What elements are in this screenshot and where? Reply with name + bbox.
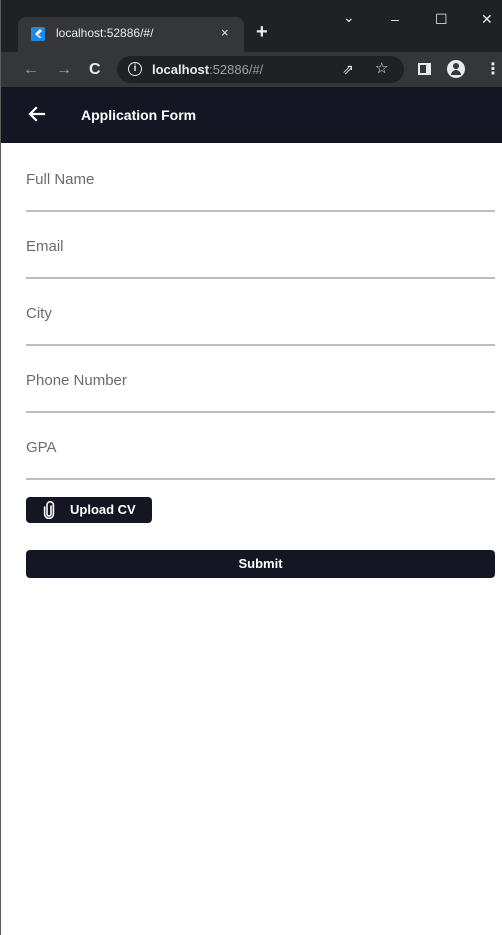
info-icon[interactable]: i — [128, 62, 142, 76]
browser-window: localhost:52886/#/ × + ⌄ – ☐ ✕ ← → C i l… — [0, 0, 502, 935]
url-text: localhost:52886/#/ — [152, 62, 263, 77]
menu-icon[interactable]: ⋮ — [485, 61, 501, 78]
submit-button[interactable]: Submit — [26, 550, 495, 578]
submit-label: Submit — [238, 556, 283, 571]
city-input[interactable] — [26, 288, 495, 338]
upload-cv-button[interactable]: Upload CV — [26, 497, 152, 523]
tab-strip: localhost:52886/#/ × + ⌄ – ☐ ✕ — [1, 0, 502, 52]
reload-icon[interactable]: C — [89, 61, 101, 78]
back-arrow-icon[interactable] — [28, 105, 46, 128]
new-tab-icon[interactable]: + — [256, 22, 268, 42]
maximize-icon[interactable]: ☐ — [435, 12, 448, 26]
email-field[interactable] — [26, 221, 495, 287]
gpa-input[interactable] — [26, 422, 495, 472]
field-underline — [26, 411, 495, 413]
phone-number-input[interactable] — [26, 355, 495, 405]
minimize-icon[interactable]: – — [391, 12, 399, 26]
gpa-field[interactable] — [26, 422, 495, 488]
browser-tab[interactable]: localhost:52886/#/ × — [18, 17, 244, 52]
email-input[interactable] — [26, 221, 495, 271]
phone-number-field[interactable] — [26, 355, 495, 421]
back-icon[interactable]: ← — [23, 61, 39, 78]
sidepanel-icon[interactable] — [418, 63, 431, 75]
app-bar: Application Form — [1, 87, 502, 143]
browser-toolbar: ← → C i localhost:52886/#/ ⇗ ☆ ⋮ — [1, 52, 502, 87]
field-underline — [26, 478, 495, 480]
paperclip-icon — [43, 501, 55, 522]
profile-icon[interactable] — [447, 60, 465, 78]
page-title: Application Form — [81, 107, 197, 123]
star-icon[interactable]: ☆ — [375, 60, 388, 77]
tab-close-icon[interactable]: × — [221, 26, 229, 40]
field-underline — [26, 344, 495, 346]
full-name-input[interactable] — [26, 154, 495, 204]
tab-title: localhost:52886/#/ — [56, 26, 154, 40]
forward-icon[interactable]: → — [56, 61, 72, 78]
city-field[interactable] — [26, 288, 495, 354]
address-bar[interactable]: i localhost:52886/#/ ⇗ ☆ — [117, 56, 404, 83]
url-path: :52886/#/ — [209, 62, 264, 77]
flutter-favicon-icon — [31, 27, 45, 41]
tab-search-icon[interactable]: ⌄ — [343, 10, 355, 24]
close-window-icon[interactable]: ✕ — [481, 12, 493, 26]
upload-cv-label: Upload CV — [70, 502, 136, 517]
field-underline — [26, 210, 495, 212]
full-name-field[interactable] — [26, 154, 495, 220]
url-host: localhost — [152, 62, 210, 77]
share-icon[interactable]: ⇗ — [342, 61, 354, 78]
field-underline — [26, 277, 495, 279]
